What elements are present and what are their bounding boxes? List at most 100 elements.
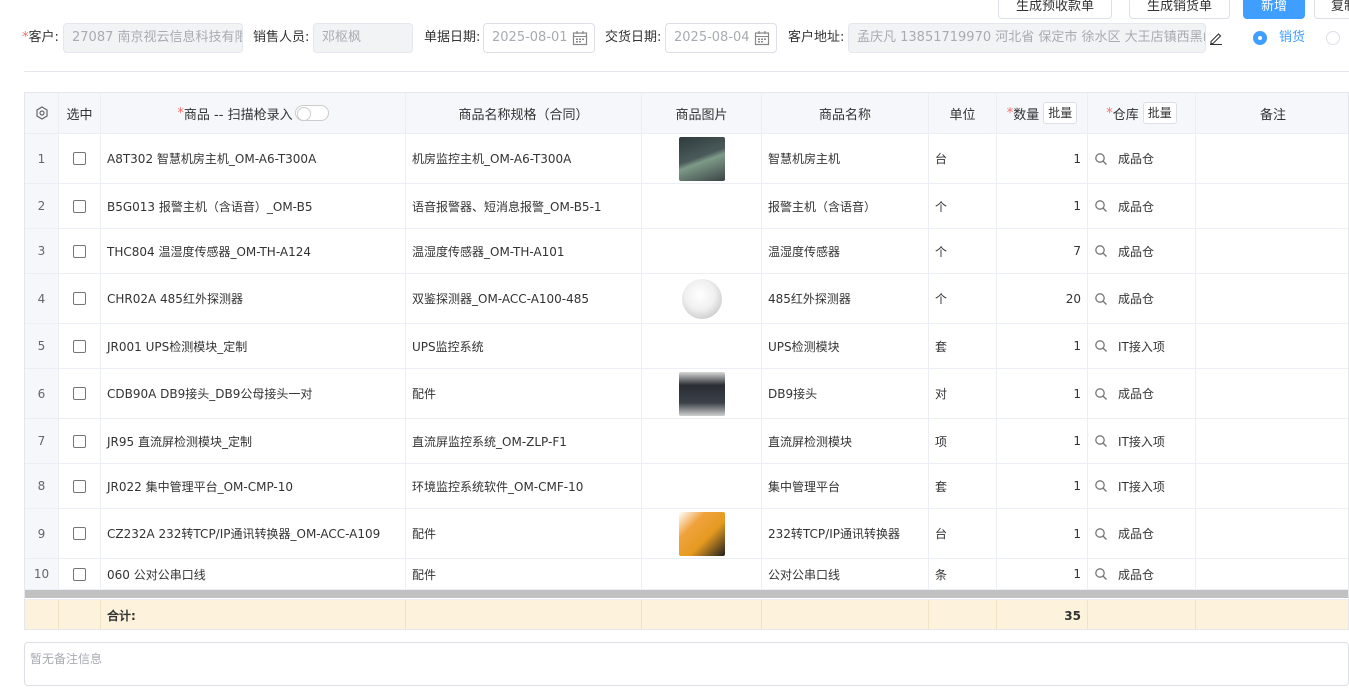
warehouse-cell[interactable]: 成品仓 [1088, 559, 1196, 589]
warehouse-cell[interactable]: 成品仓 [1088, 369, 1196, 418]
remark-cell[interactable] [1196, 184, 1348, 228]
warehouse-batch-button[interactable]: 批量 [1142, 102, 1177, 124]
remark-cell[interactable] [1196, 274, 1348, 323]
table-row[interactable]: 5 JR001 UPS检测模块_定制 UPS监控系统 UPS检测模块套 1 IT接入项 [25, 324, 1348, 369]
row-checkbox[interactable] [73, 527, 86, 540]
spec-cell[interactable]: UPS监控系统 [406, 324, 642, 368]
product-image[interactable] [678, 371, 725, 416]
qty-cell[interactable]: 1 [997, 134, 1088, 183]
product-image[interactable] [681, 278, 722, 319]
search-icon[interactable] [1094, 199, 1108, 213]
warehouse-cell[interactable]: 成品仓 [1088, 229, 1196, 273]
qty-cell[interactable]: 1 [997, 369, 1088, 418]
spec-cell[interactable]: 机房监控主机_OM-A6-T300A [406, 134, 642, 183]
qty-cell[interactable]: 7 [997, 229, 1088, 273]
scanner-toggle[interactable] [294, 105, 329, 121]
table-row[interactable]: 4 CHR02A 485红外探测器 双鉴探测器_OM-ACC-A100-485 485… [25, 274, 1348, 324]
spec-cell[interactable]: 配件 [406, 369, 642, 418]
remark-textarea[interactable]: 暂无备注信息 [24, 642, 1349, 686]
spec-cell[interactable]: 语音报警器、短消息报警_OM-B5-1 [406, 184, 642, 228]
customer-field[interactable]: 27087 南京视云信息科技有限公司 [63, 23, 243, 53]
column-settings[interactable] [25, 93, 59, 133]
qty-cell[interactable]: 1 [997, 559, 1088, 589]
search-icon[interactable] [1094, 292, 1108, 306]
row-checkbox[interactable] [73, 479, 86, 493]
qty-cell[interactable]: 1 [997, 419, 1088, 463]
product-cell[interactable]: CDB90A DB9接头_DB9公母接头一对 [101, 369, 406, 418]
warehouse-cell[interactable]: 成品仓 [1088, 184, 1196, 228]
remark-cell[interactable] [1196, 369, 1348, 418]
warehouse-cell[interactable]: IT接入项 [1088, 464, 1196, 508]
warehouse-cell[interactable]: 成品仓 [1088, 134, 1196, 183]
qty-cell[interactable]: 1 [997, 509, 1088, 558]
return-radio[interactable] [1326, 31, 1340, 45]
spec-cell[interactable]: 配件 [406, 509, 642, 558]
remark-cell[interactable] [1196, 509, 1348, 558]
delivery-date-picker[interactable]: 2025-08-04 [665, 23, 777, 53]
product-cell[interactable]: B5G013 报警主机（含语音）_OM-B5 [101, 184, 406, 228]
generate-sales-button[interactable]: 生成销货单 [1129, 0, 1230, 19]
qty-cell[interactable]: 20 [997, 274, 1088, 323]
spec-cell[interactable]: 环境监控系统软件_OM-CMF-10 [406, 464, 642, 508]
search-icon[interactable] [1094, 339, 1108, 353]
warehouse-cell[interactable]: IT接入项 [1088, 419, 1196, 463]
product-cell[interactable]: CZ232A 232转TCP/IP通讯转换器_OM-ACC-A109 [101, 509, 406, 558]
table-row[interactable]: 2 B5G013 报警主机（含语音）_OM-B5 语音报警器、短消息报警_OM-B5… [25, 184, 1348, 229]
settings-icon[interactable] [35, 106, 49, 120]
table-row[interactable]: 6 CDB90A DB9接头_DB9公母接头一对 配件 DB9接头对 1 成品仓 [25, 369, 1348, 419]
warehouse-cell[interactable]: 成品仓 [1088, 509, 1196, 558]
warehouse-cell[interactable]: IT接入项 [1088, 324, 1196, 368]
search-icon[interactable] [1094, 244, 1108, 258]
row-checkbox[interactable] [73, 567, 86, 581]
product-cell[interactable]: CHR02A 485红外探测器 [101, 274, 406, 323]
table-row[interactable]: 9 CZ232A 232转TCP/IP通讯转换器_OM-ACC-A109 配件 232… [25, 509, 1348, 559]
qty-cell[interactable]: 1 [997, 324, 1088, 368]
doc-date-picker[interactable]: 2025-08-01 [483, 23, 595, 53]
sale-radio-label[interactable]: 销货 [1279, 23, 1305, 53]
new-button[interactable]: 新增 [1243, 0, 1305, 19]
remark-cell[interactable] [1196, 464, 1348, 508]
search-icon[interactable] [1094, 152, 1108, 166]
product-image[interactable] [678, 136, 725, 181]
search-icon[interactable] [1094, 479, 1108, 493]
generate-prepay-button[interactable]: 生成预收款单 [998, 0, 1112, 19]
search-icon[interactable] [1094, 434, 1108, 448]
product-cell[interactable]: JR022 集中管理平台_OM-CMP-10 [101, 464, 406, 508]
remark-cell[interactable] [1196, 419, 1348, 463]
table-row[interactable]: 10 060 公对公串口线 配件 公对公串口线条 1 成品仓 [25, 559, 1348, 590]
address-field[interactable]: 孟庆凡 13851719970 河北省 保定市 徐水区 大王店镇西黑山村 [848, 23, 1206, 53]
product-cell[interactable]: A8T302 智慧机房主机_OM-A6-T300A [101, 134, 406, 183]
copy-button[interactable]: 复制 [1314, 0, 1349, 19]
product-cell[interactable]: 060 公对公串口线 [101, 559, 406, 589]
salesperson-field[interactable]: 邓枢枫 [313, 23, 413, 53]
spec-cell[interactable]: 直流屏监控系统_OM-ZLP-F1 [406, 419, 642, 463]
product-cell[interactable]: JR95 直流屏检测模块_定制 [101, 419, 406, 463]
spec-cell[interactable]: 配件 [406, 559, 642, 589]
row-checkbox[interactable] [73, 292, 86, 305]
table-row[interactable]: 1 A8T302 智慧机房主机_OM-A6-T300A 机房监控主机_OM-A6-T… [25, 134, 1348, 184]
spec-cell[interactable]: 温湿度传感器_OM-TH-A101 [406, 229, 642, 273]
qty-batch-button[interactable]: 批量 [1043, 102, 1078, 124]
remark-cell[interactable] [1196, 134, 1348, 183]
edit-icon[interactable] [1209, 31, 1223, 45]
qty-cell[interactable]: 1 [997, 464, 1088, 508]
row-checkbox[interactable] [73, 199, 86, 213]
table-row[interactable]: 7 JR95 直流屏检测模块_定制 直流屏监控系统_OM-ZLP-F1 直流屏检测模块… [25, 419, 1348, 464]
table-row[interactable]: 3 THC804 温湿度传感器_OM-TH-A124 温湿度传感器_OM-TH-A1… [25, 229, 1348, 274]
warehouse-cell[interactable]: 成品仓 [1088, 274, 1196, 323]
row-checkbox[interactable] [73, 387, 86, 400]
remark-cell[interactable] [1196, 229, 1348, 273]
search-icon[interactable] [1094, 387, 1108, 401]
search-icon[interactable] [1094, 567, 1108, 581]
horizontal-scrollbar[interactable] [25, 590, 1348, 598]
sale-radio[interactable] [1253, 31, 1267, 45]
qty-cell[interactable]: 1 [997, 184, 1088, 228]
product-cell[interactable]: THC804 温湿度传感器_OM-TH-A124 [101, 229, 406, 273]
search-icon[interactable] [1094, 527, 1108, 541]
spec-cell[interactable]: 双鉴探测器_OM-ACC-A100-485 [406, 274, 642, 323]
remark-cell[interactable] [1196, 324, 1348, 368]
row-checkbox[interactable] [73, 244, 86, 258]
product-image[interactable] [678, 511, 725, 556]
row-checkbox[interactable] [73, 152, 86, 165]
table-row[interactable]: 8 JR022 集中管理平台_OM-CMP-10 环境监控系统软件_OM-CMF-1… [25, 464, 1348, 509]
